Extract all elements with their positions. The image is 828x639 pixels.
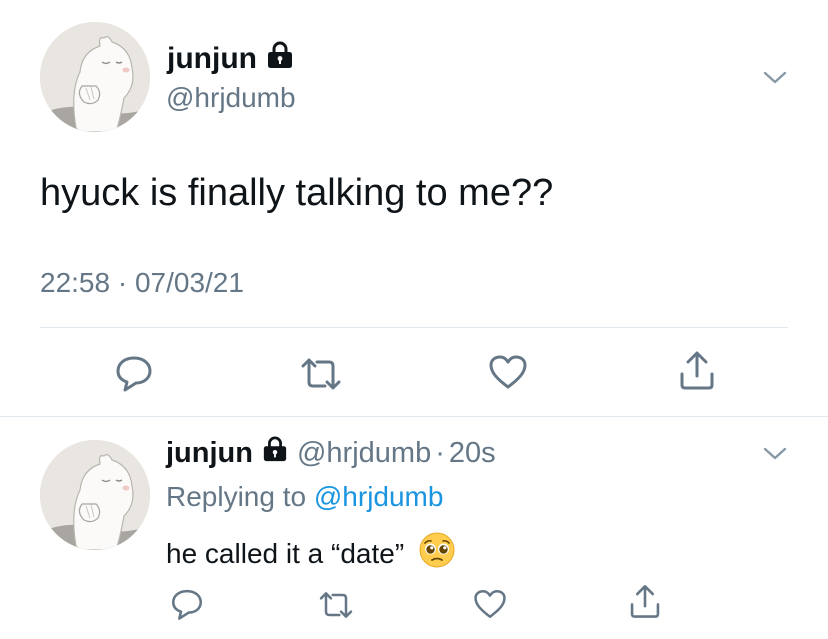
reply-header: junjun @hrjdumb · 20s [166, 436, 496, 470]
reply-button[interactable] [112, 352, 156, 394]
tweet-text: hyuck is finally talking to me?? [40, 172, 554, 214]
divider [40, 327, 788, 328]
reply-time[interactable]: 20s [449, 437, 496, 470]
reply-icon [172, 589, 202, 620]
replying-mention[interactable]: @hrjdumb [314, 481, 444, 512]
lock-icon [261, 436, 289, 470]
like-icon [489, 355, 527, 389]
retweet-button[interactable] [297, 354, 345, 394]
like-button[interactable] [471, 587, 509, 621]
moomin-avatar-icon [40, 22, 150, 132]
replying-prefix: Replying to [166, 481, 307, 512]
avatar[interactable] [40, 22, 150, 132]
author-name-text: junjun [167, 42, 257, 75]
retweet-button[interactable] [316, 588, 356, 622]
like-icon [474, 589, 506, 619]
divider [0, 416, 828, 417]
reply-avatar[interactable] [40, 440, 150, 550]
reply-text: he called it a “date” [166, 531, 456, 576]
replying-to-line: Replying to @hrjdumb [166, 481, 443, 513]
share-icon [630, 585, 660, 618]
retweet-icon [319, 592, 353, 618]
reply-button[interactable] [168, 586, 206, 622]
chevron-down-icon[interactable] [760, 444, 790, 469]
like-button[interactable] [486, 352, 530, 392]
pleading-face-emoji-icon [418, 531, 456, 576]
share-icon [680, 351, 714, 390]
moomin-avatar-icon [40, 440, 150, 550]
share-button[interactable] [626, 582, 664, 620]
reply-text-content: he called it a “date” [166, 537, 405, 569]
author-handle[interactable]: @hrjdumb [166, 82, 296, 114]
share-button[interactable] [675, 348, 719, 392]
tweet-timestamp[interactable]: 22:58 · 07/03/21 [40, 267, 244, 299]
lock-icon [265, 41, 295, 77]
retweet-icon [301, 358, 341, 390]
separator-dot: · [435, 436, 445, 469]
author-name[interactable]: junjun [167, 41, 295, 77]
chevron-down-icon[interactable] [760, 68, 790, 93]
reply-icon [116, 356, 152, 392]
reply-author-name[interactable]: junjun [166, 437, 253, 470]
reply-author-handle[interactable]: @hrjdumb [297, 437, 431, 470]
